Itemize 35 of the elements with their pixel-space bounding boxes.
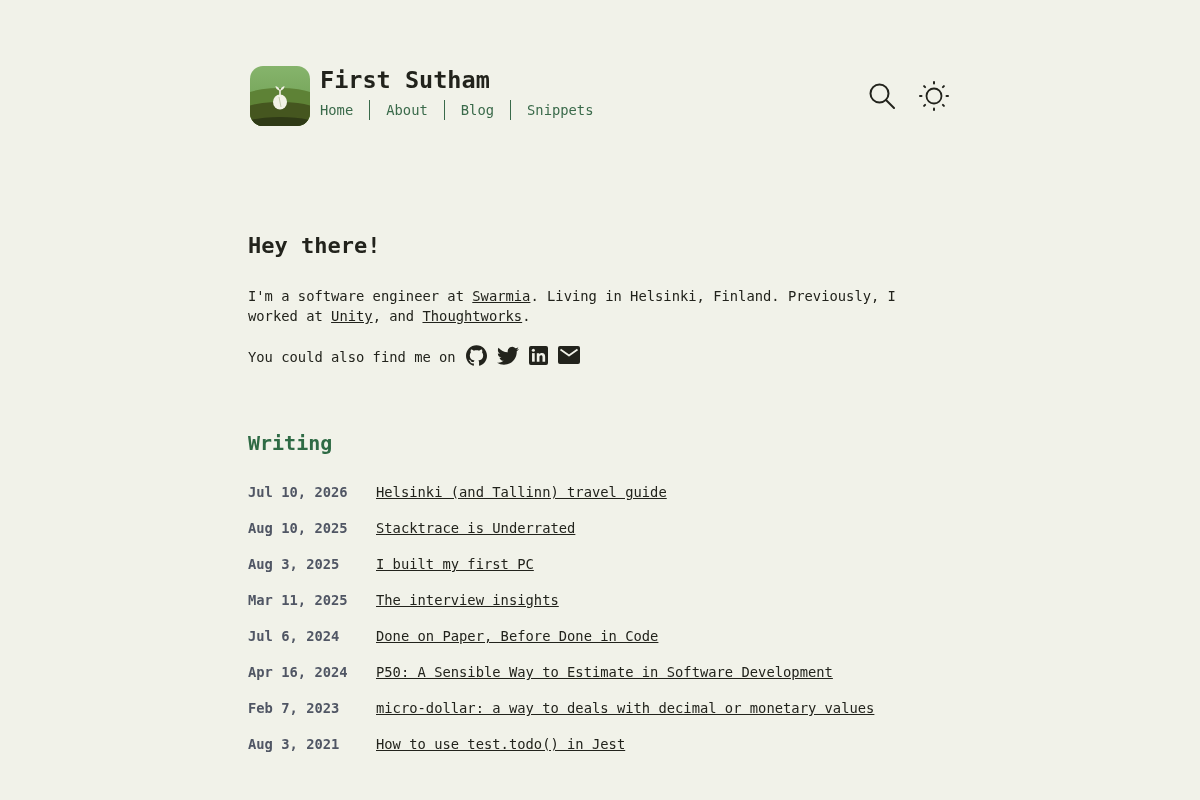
nav-link[interactable]: Snippets	[527, 100, 594, 120]
nav-link[interactable]: About	[386, 100, 428, 120]
post-link[interactable]: Helsinki (and Tallinn) travel guide	[376, 482, 667, 502]
linkedin-icon[interactable]	[528, 345, 548, 365]
post-link[interactable]: How to use test.todo() in Jest	[376, 734, 626, 754]
nav-link[interactable]: Home	[320, 100, 354, 120]
section-heading: Writing	[248, 430, 334, 456]
post-date: Feb 7, 2023	[248, 699, 341, 718]
post-date: Aug 3, 2025	[248, 555, 341, 574]
site-title[interactable]: First Sutham	[320, 66, 594, 94]
post-link[interactable]: micro-dollar: a way to deals with decimal or monetary values	[376, 698, 875, 718]
post-date: Jul 6, 2024	[248, 627, 341, 646]
sprout-logo-icon[interactable]	[250, 66, 310, 126]
search-icon[interactable]	[869, 83, 895, 109]
bird-icon[interactable]	[496, 345, 519, 365]
post-date: Jul 10, 2026	[248, 483, 349, 502]
post-date: Mar 11, 2025	[248, 591, 349, 610]
company-link[interactable]: Unity	[331, 308, 373, 324]
sun-icon[interactable]	[919, 81, 949, 111]
post-link[interactable]: I built my first PC	[376, 554, 534, 574]
social-caption: You could also find me on	[248, 347, 456, 367]
post-link[interactable]: P50: A Sensible Way to Estimate in Software Development	[376, 662, 833, 682]
intro-paragraph: I'm a software engineer at Swarmia. Living in Helsinki, Finland. Previously, I worked at Unity, and Thoughtworks.	[248, 287, 897, 326]
company-link[interactable]: Thoughtworks	[422, 308, 523, 324]
intro-heading: Hey there!	[248, 232, 382, 260]
post-date: Apr 16, 2024	[248, 663, 349, 682]
company-link[interactable]: Swarmia	[472, 288, 531, 304]
mail-icon[interactable]	[557, 346, 580, 364]
post-date: Aug 10, 2025	[248, 519, 349, 538]
post-link[interactable]: The interview insights	[376, 590, 559, 610]
post-date: Aug 3, 2021	[248, 735, 341, 754]
github-icon[interactable]	[465, 344, 487, 366]
post-link[interactable]: Done on Paper, Before Done in Code	[376, 626, 659, 646]
nav-link[interactable]: Blog	[460, 100, 494, 120]
post-link[interactable]: Stacktrace is Underrated	[376, 518, 576, 538]
